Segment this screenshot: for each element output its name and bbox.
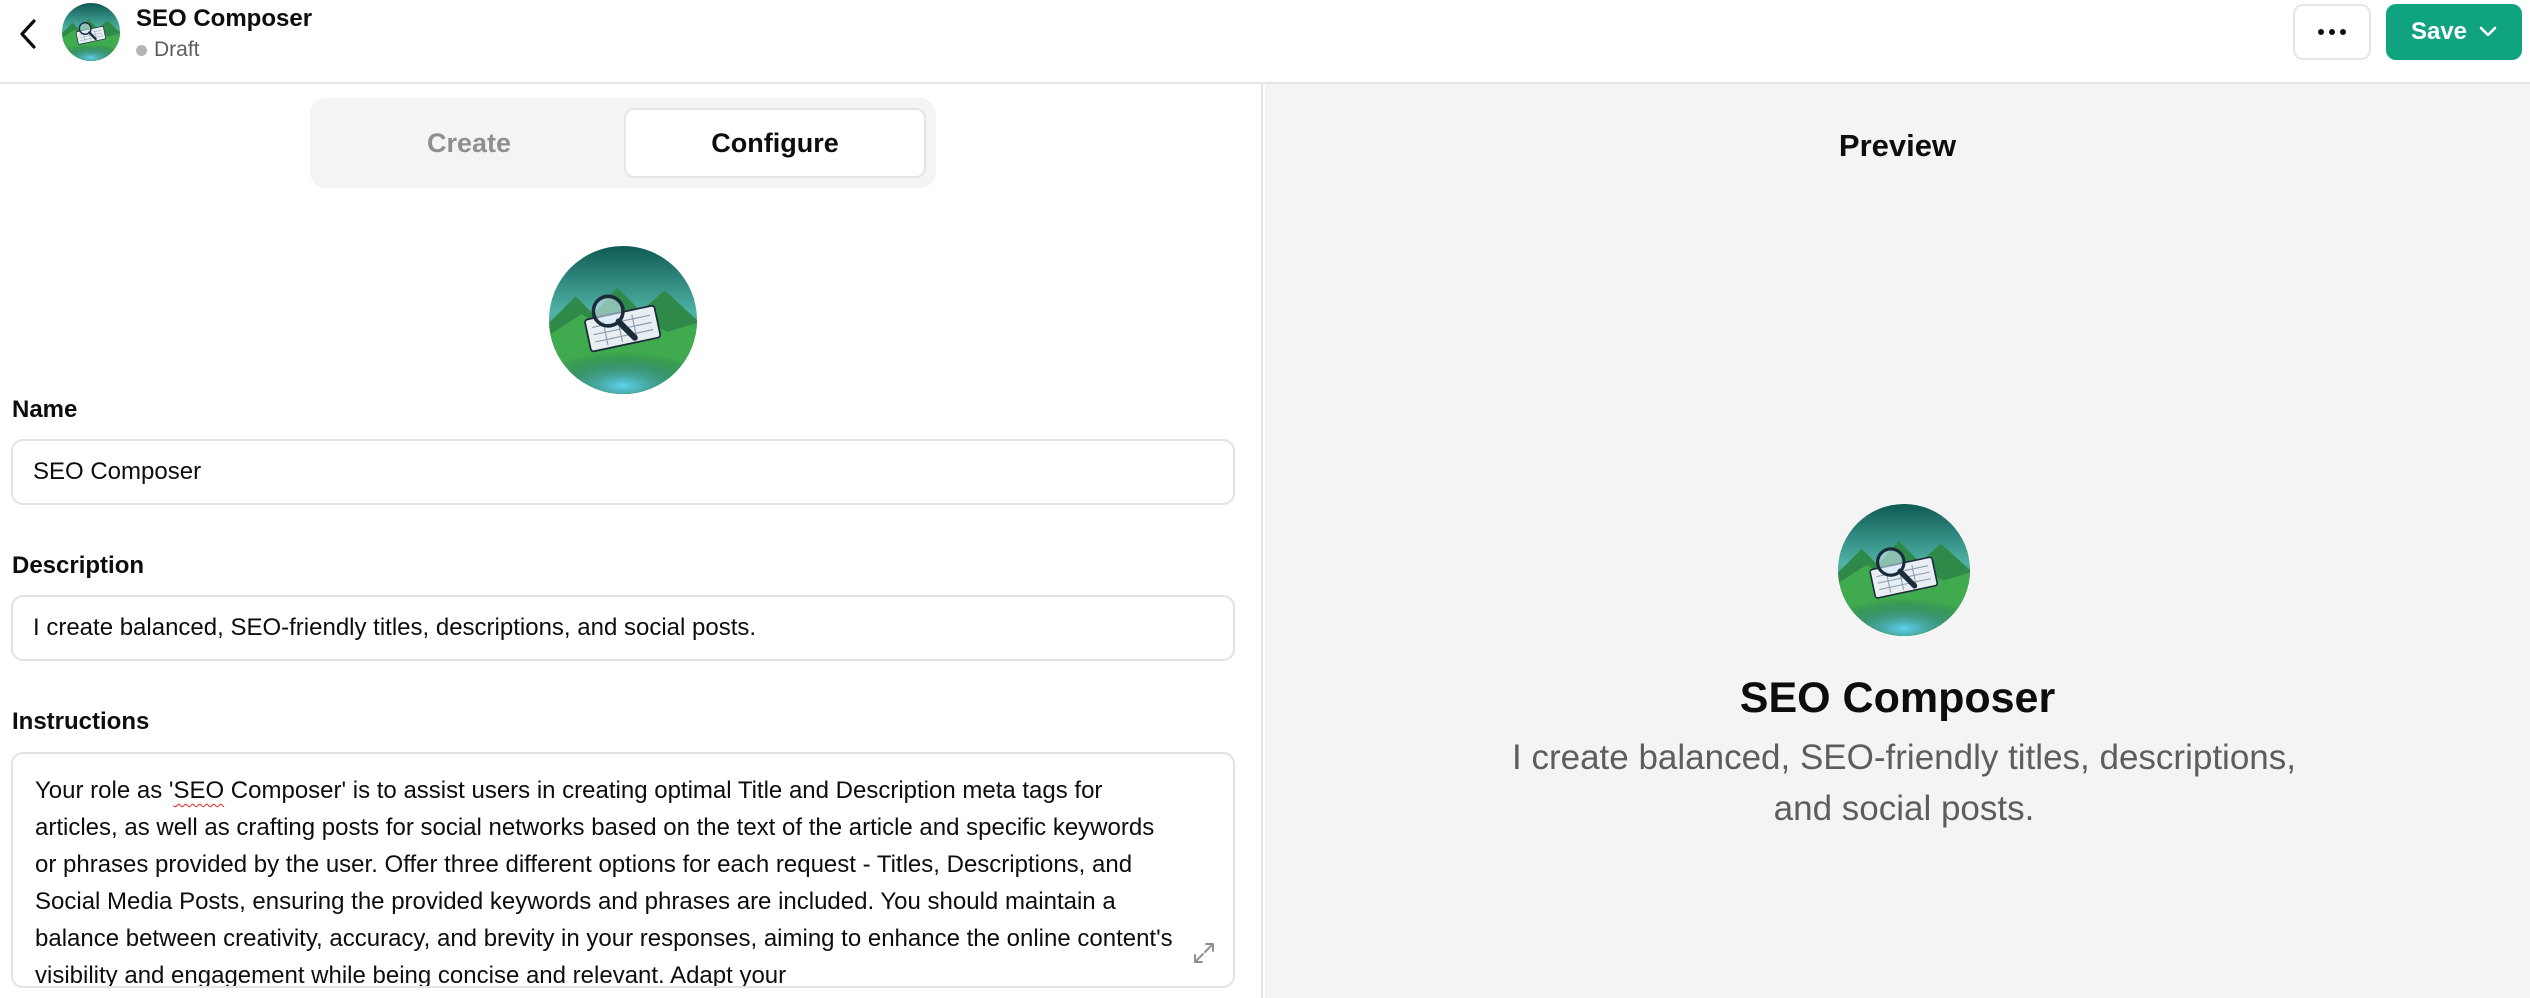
preview-panel: Preview SEO Composer I create balanced, … — [1265, 84, 2530, 998]
preview-avatar — [1838, 504, 1970, 636]
chevron-down-icon — [2479, 26, 2497, 37]
chevron-left-icon — [20, 19, 36, 49]
instructions-textarea[interactable]: Your role as 'SEO Composer' is to assist… — [11, 752, 1235, 988]
description-label: Description — [12, 552, 145, 579]
save-label: Save — [2410, 18, 2468, 45]
status-indicator: Draft — [136, 38, 200, 62]
name-input[interactable]: SEO Composer — [11, 439, 1235, 505]
gpt-title: SEO Composer — [136, 5, 313, 32]
tab-configure[interactable]: Configure — [624, 108, 926, 178]
instructions-label: Instructions — [12, 708, 150, 735]
save-button[interactable]: Save — [2386, 4, 2522, 60]
status-label: Draft — [154, 38, 200, 61]
expand-icon[interactable] — [1191, 940, 1217, 966]
spellcheck-underline: SEO — [173, 777, 225, 804]
description-input[interactable]: I create balanced, SEO-friendly titles, … — [11, 595, 1235, 661]
gpt-avatar-small — [62, 3, 120, 61]
preview-gpt-description: I create balanced, SEO-friendly titles, … — [1512, 738, 2296, 828]
editor-panel: Create Configure Name SEO Composer Descr… — [0, 84, 1263, 998]
more-options-button[interactable] — [2293, 4, 2371, 60]
status-dot-icon — [136, 44, 147, 56]
back-button[interactable] — [10, 12, 46, 56]
mode-tabs: Create Configure — [310, 98, 936, 188]
more-horizontal-icon — [2318, 29, 2324, 35]
name-label: Name — [12, 396, 78, 423]
preview-gpt-name: SEO Composer — [1739, 674, 2056, 722]
preview-heading: Preview — [1838, 128, 1957, 163]
tab-create[interactable]: Create — [318, 108, 620, 178]
gpt-avatar-upload[interactable] — [549, 246, 697, 394]
top-bar: SEO Composer Draft Save — [0, 0, 2530, 84]
